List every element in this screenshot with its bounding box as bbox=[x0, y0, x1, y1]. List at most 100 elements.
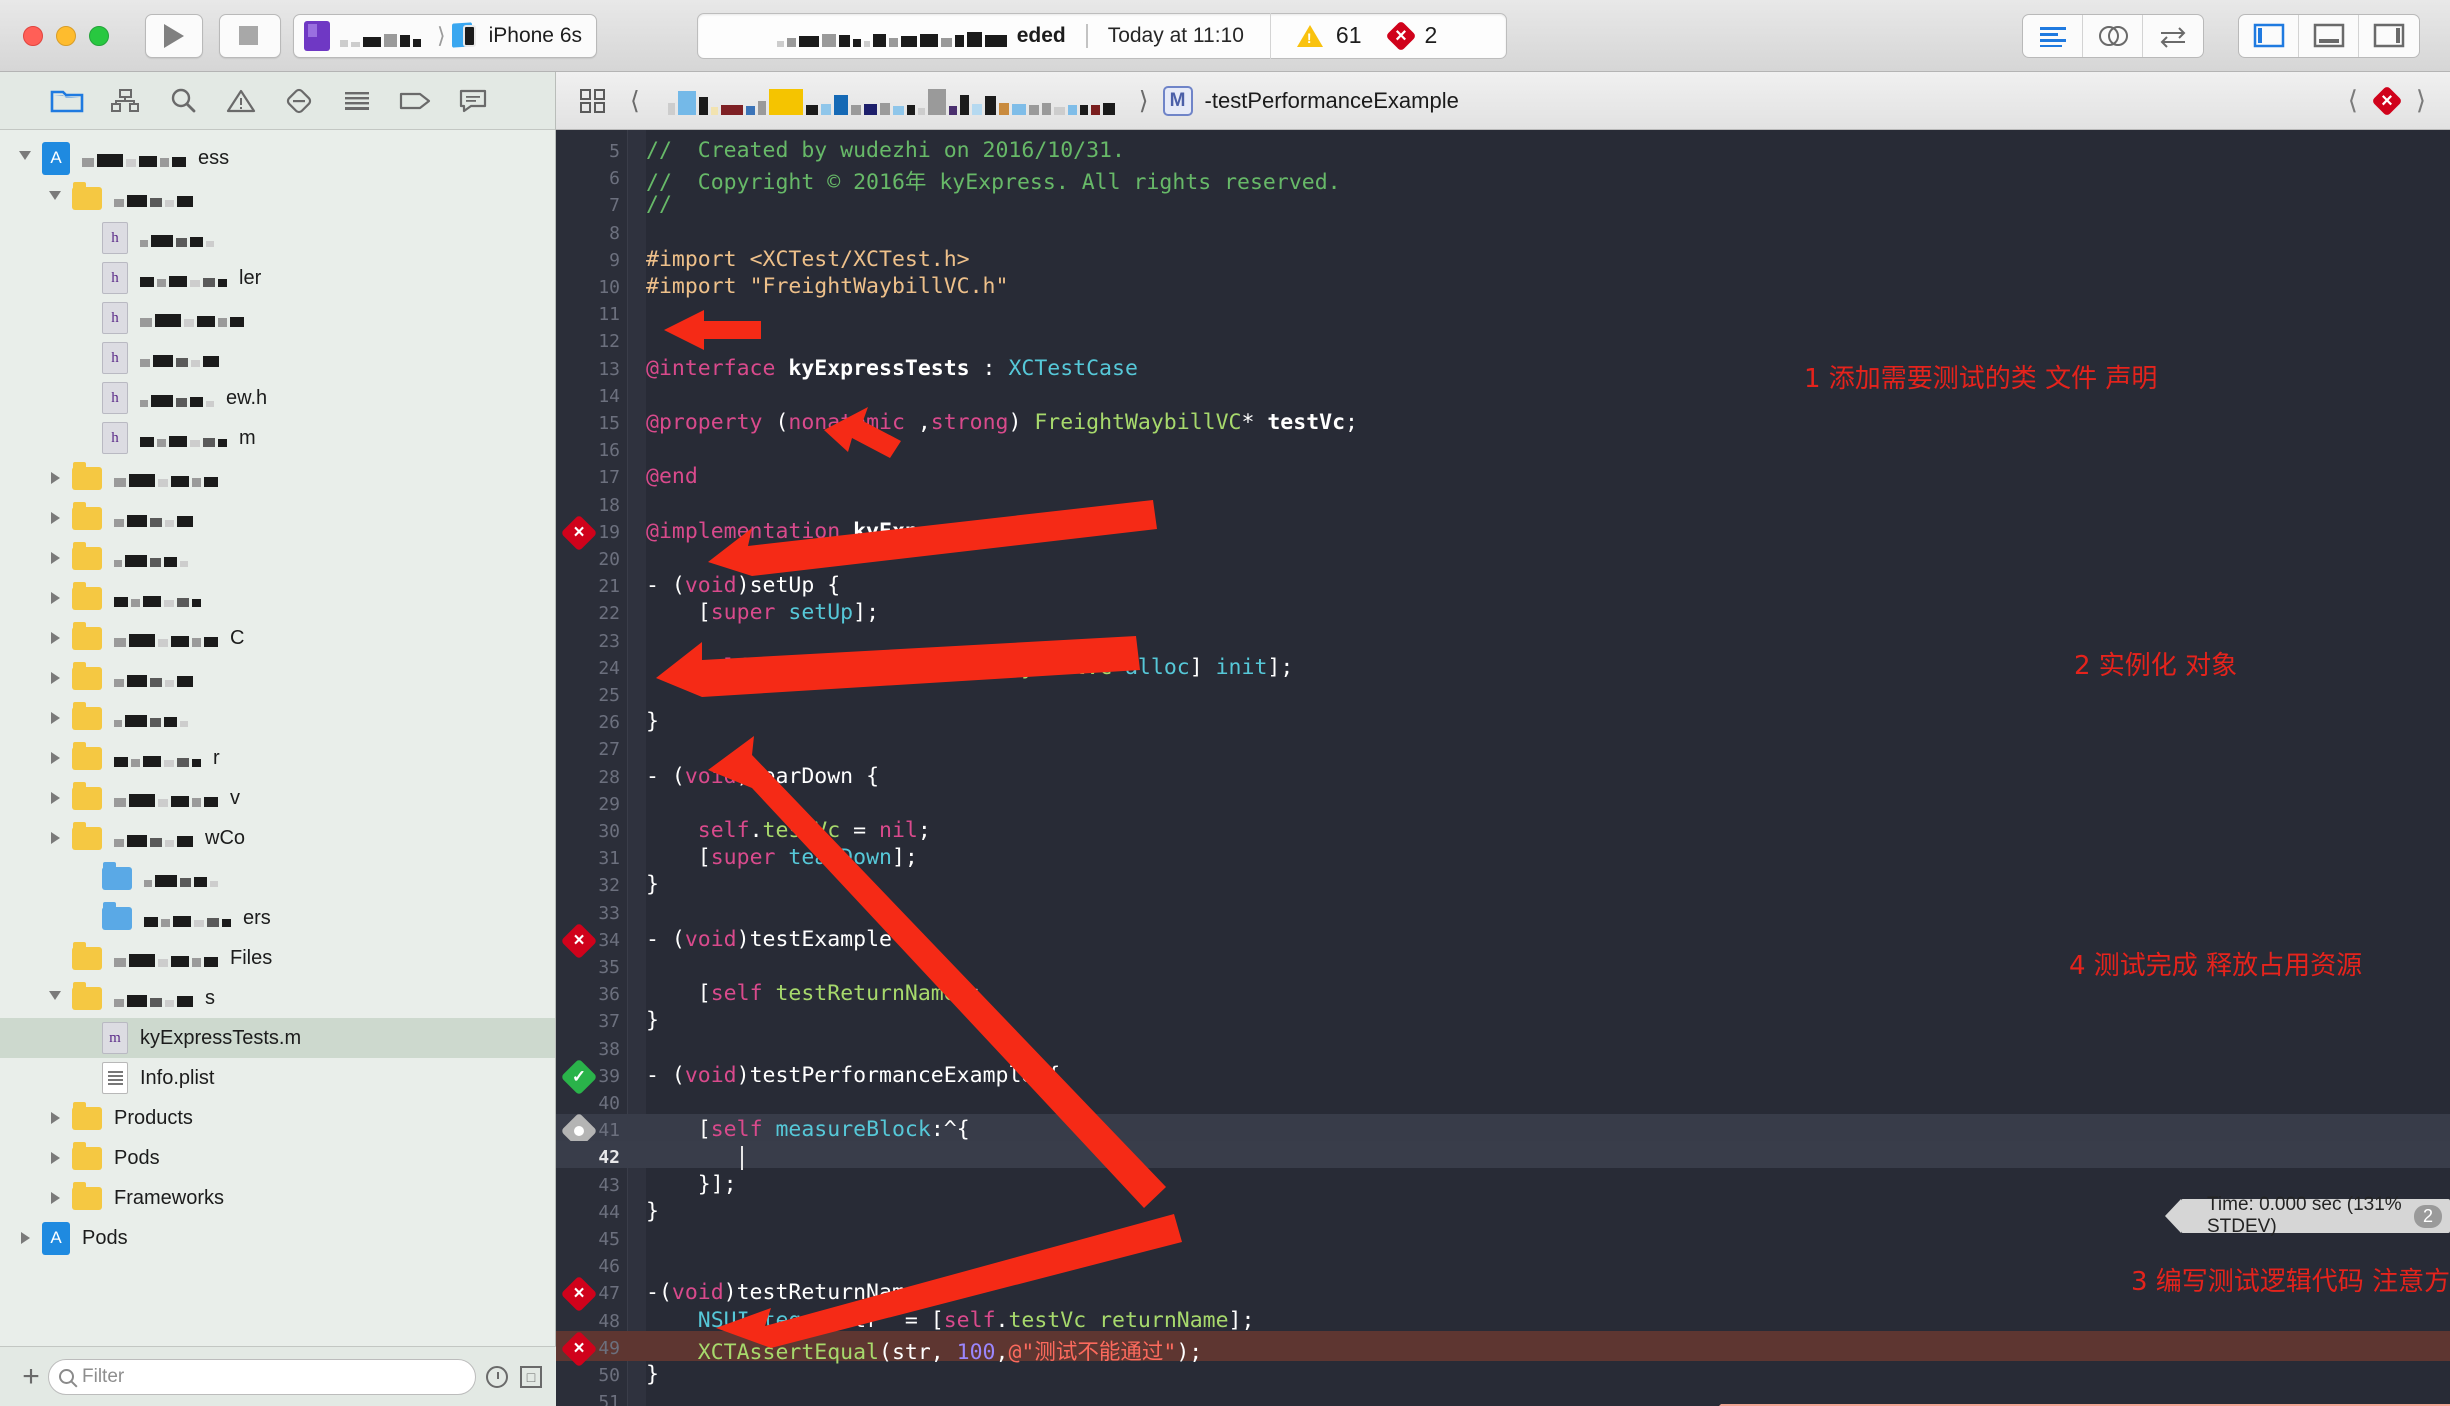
disclosure-closed-icon[interactable] bbox=[44, 632, 66, 644]
view-toggle-segment[interactable] bbox=[2238, 13, 2420, 58]
code-line[interactable]: self.testVc = [[FreightWaybillVC alloc] … bbox=[646, 655, 1294, 680]
code-line[interactable]: @interface kyExpressTests : XCTestCase bbox=[646, 356, 1138, 381]
line-error-marker[interactable] bbox=[560, 922, 598, 960]
code-line[interactable]: } bbox=[646, 1199, 659, 1224]
performance-time-badge[interactable]: Time: 0.000 sec (131% STDEV) 2 bbox=[2165, 1194, 2450, 1237]
code-line[interactable]: } bbox=[646, 1362, 659, 1387]
code-line[interactable]: @end bbox=[646, 464, 698, 489]
file-tree-row[interactable]: s bbox=[0, 978, 555, 1018]
code-line[interactable]: XCTAssertEqual(str, 100,@"测试不能通过"); bbox=[646, 1335, 1202, 1366]
standard-editor-button[interactable] bbox=[2023, 14, 2083, 57]
code-line[interactable]: @implementation kyExpressTests bbox=[646, 519, 1034, 544]
file-tree-row-selected[interactable]: m kyExpressTests.m bbox=[0, 1018, 555, 1058]
code-line[interactable]: self.testVc = nil; bbox=[646, 818, 931, 843]
file-tree-row[interactable]: Files bbox=[0, 938, 555, 978]
code-line[interactable]: - (void)setUp { bbox=[646, 573, 840, 598]
jump-bar-symbol[interactable]: -testPerformanceExample bbox=[1205, 88, 1459, 114]
code-line[interactable]: } bbox=[646, 872, 659, 897]
next-issue-button[interactable]: ⟩ bbox=[2416, 85, 2426, 116]
toggle-navigator-button[interactable] bbox=[2239, 14, 2299, 57]
disclosure-closed-icon[interactable] bbox=[44, 672, 66, 684]
scheme-selector[interactable]: ⟩ iPhone 6s bbox=[293, 13, 597, 58]
disclosure-closed-icon[interactable] bbox=[44, 592, 66, 604]
disclosure-closed-icon[interactable] bbox=[44, 512, 66, 524]
code-line[interactable]: #import "FreightWaybillVC.h" bbox=[646, 274, 1008, 299]
warning-count[interactable]: 61 bbox=[1336, 22, 1362, 49]
code-line[interactable]: - (void)testExample { bbox=[646, 927, 918, 952]
file-tree-row[interactable]: Info.plist bbox=[0, 1058, 555, 1098]
disclosure-closed-icon[interactable] bbox=[44, 552, 66, 564]
disclosure-closed-icon[interactable] bbox=[44, 832, 66, 844]
disclosure-closed-icon[interactable] bbox=[44, 792, 66, 804]
code-folding-ribbon[interactable] bbox=[628, 130, 646, 1406]
code-line[interactable]: // Copyright © 2016年 kyExpress. All righ… bbox=[646, 165, 1341, 196]
back-button[interactable]: ⟨ bbox=[630, 86, 640, 116]
stop-button-group[interactable] bbox=[219, 13, 281, 58]
code-line[interactable]: }]; bbox=[646, 1172, 737, 1197]
disclosure-closed-icon[interactable] bbox=[44, 1152, 66, 1164]
disclosure-closed-icon[interactable] bbox=[44, 1112, 66, 1124]
test-passed-marker[interactable] bbox=[560, 1058, 598, 1096]
source-control-filter-button[interactable]: □ bbox=[520, 1365, 542, 1388]
zoom-window-button[interactable] bbox=[89, 25, 109, 46]
toggle-utilities-button[interactable] bbox=[2359, 15, 2419, 57]
sidebar-item-log-navigator[interactable] bbox=[444, 76, 502, 126]
run-button[interactable] bbox=[146, 15, 202, 57]
code-line[interactable]: } bbox=[646, 709, 659, 734]
file-tree-row[interactable]: r bbox=[0, 738, 555, 778]
code-line[interactable]: NSUInteger str = [self.testVc returnName… bbox=[646, 1308, 1255, 1333]
file-tree-row[interactable]: v bbox=[0, 778, 555, 818]
file-tree-row[interactable]: h bbox=[0, 298, 555, 338]
code-line[interactable]: - (void)testPerformanceExample { bbox=[646, 1063, 1060, 1088]
recent-files-filter-button[interactable] bbox=[486, 1365, 508, 1388]
add-file-button[interactable]: + bbox=[14, 1360, 48, 1394]
file-tree-row[interactable] bbox=[0, 178, 555, 218]
version-editor-button[interactable] bbox=[2143, 15, 2203, 57]
code-line[interactable]: @property (nonatomic ,strong) FreightWay… bbox=[646, 410, 1358, 435]
file-tree-row[interactable]: Aess bbox=[0, 138, 555, 178]
file-tree-row[interactable] bbox=[0, 658, 555, 698]
run-button-group[interactable] bbox=[145, 13, 203, 58]
file-tree-row[interactable] bbox=[0, 858, 555, 898]
file-tree-row[interactable]: h bbox=[0, 338, 555, 378]
file-tree-row[interactable]: h bbox=[0, 218, 555, 258]
previous-issue-button[interactable]: ⟨ bbox=[2348, 85, 2358, 116]
file-tree-row[interactable] bbox=[0, 498, 555, 538]
code-line[interactable]: } bbox=[646, 1008, 659, 1033]
file-tree-row[interactable] bbox=[0, 698, 555, 738]
sidebar-item-test-navigator[interactable] bbox=[270, 76, 328, 126]
code-line[interactable]: [self measureBlock:^{ bbox=[646, 1117, 970, 1142]
code-line[interactable]: [self testReturnName]; bbox=[646, 981, 983, 1006]
sidebar-item-issue-navigator[interactable] bbox=[212, 76, 270, 126]
assistant-editor-button[interactable] bbox=[2083, 14, 2143, 57]
file-tree-row[interactable]: A Pods bbox=[0, 1218, 555, 1258]
project-file-tree[interactable]: Aess h h ler h h h ew.h h m Cr v wCo ers Files s m kyExpr… bbox=[0, 130, 555, 1320]
jump-bar-path-redacted[interactable] bbox=[667, 87, 1115, 115]
source-code-editor[interactable]: 5 // Created by wudezhi on 2016/10/31. 6 //… bbox=[556, 130, 2450, 1406]
code-line[interactable]: -(void)testReturnName{ bbox=[646, 1280, 931, 1305]
file-tree-row[interactable]: h ew.h bbox=[0, 378, 555, 418]
line-error-marker[interactable] bbox=[560, 1330, 598, 1368]
file-tree-row[interactable] bbox=[0, 578, 555, 618]
disclosure-closed-icon[interactable] bbox=[14, 1232, 36, 1244]
stop-button[interactable] bbox=[220, 15, 276, 57]
file-tree-row[interactable]: Pods bbox=[0, 1138, 555, 1178]
close-window-button[interactable] bbox=[23, 25, 43, 46]
sidebar-item-breakpoint-navigator[interactable] bbox=[386, 76, 444, 126]
related-items-button[interactable] bbox=[570, 87, 616, 115]
file-tree-row[interactable]: C bbox=[0, 618, 555, 658]
activity-status-bar[interactable]: eded Today at 11:10 61 2 bbox=[697, 12, 1507, 59]
file-tree-row[interactable] bbox=[0, 538, 555, 578]
filter-input[interactable]: Filter bbox=[48, 1358, 476, 1395]
error-count[interactable]: 2 bbox=[1425, 22, 1438, 49]
line-error-marker[interactable] bbox=[560, 514, 598, 552]
code-line[interactable]: // Created by wudezhi on 2016/10/31. bbox=[646, 138, 1125, 163]
disclosure-closed-icon[interactable] bbox=[44, 752, 66, 764]
toggle-debug-area-button[interactable] bbox=[2299, 14, 2359, 57]
code-line[interactable]: - (void)tearDown { bbox=[646, 764, 879, 789]
disclosure-closed-icon[interactable] bbox=[44, 712, 66, 724]
file-tree-row[interactable]: h ler bbox=[0, 258, 555, 298]
file-tree-row[interactable]: hm bbox=[0, 418, 555, 458]
disclosure-closed-icon[interactable] bbox=[44, 472, 66, 484]
file-tree-row[interactable] bbox=[0, 458, 555, 498]
